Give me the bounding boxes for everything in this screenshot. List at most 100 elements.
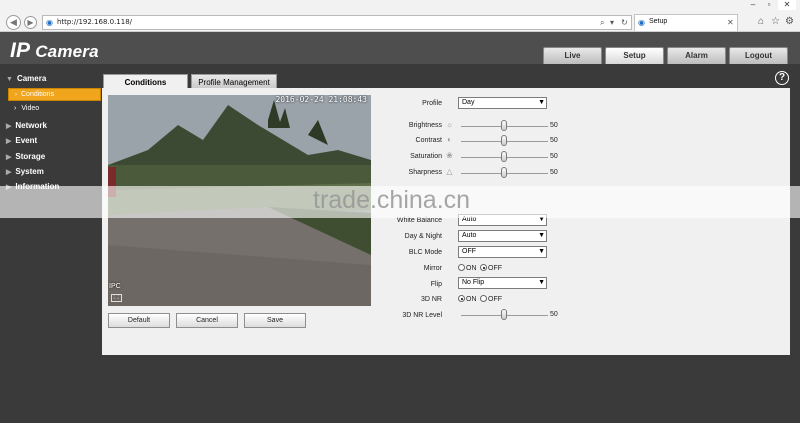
chevron-down-icon: ▼ xyxy=(538,248,545,255)
address-url[interactable]: http://192.168.0.118/ xyxy=(57,18,132,26)
nr3d-on-label: ON xyxy=(466,296,477,303)
osd-channel-name: IPC xyxy=(109,283,121,290)
brightness-label: Brightness xyxy=(408,122,442,129)
nr3d-off-radio[interactable]: OFF xyxy=(480,295,502,303)
mirror-off-radio[interactable]: OFF xyxy=(480,264,502,272)
nr3d-level-slider-thumb[interactable] xyxy=(500,309,507,320)
radio-off-icon xyxy=(458,264,465,271)
sharpness-value: 50 xyxy=(550,169,558,176)
profile-select[interactable]: Day ▼ xyxy=(458,97,547,109)
flip-select[interactable]: No Flip ▼ xyxy=(458,277,547,289)
profile-label: Profile xyxy=(422,100,442,107)
fullscreen-icon[interactable]: ⛶ xyxy=(111,294,122,302)
sidebar-item-storage[interactable]: ▶ Storage xyxy=(6,152,45,161)
nr3d-level-value: 50 xyxy=(550,311,558,318)
day-night-select[interactable]: Auto ▼ xyxy=(458,230,547,242)
logo-ip: IP xyxy=(10,39,31,62)
sidebar-item-camera[interactable]: ▼ Camera xyxy=(6,74,46,83)
sidebar-label-system: System xyxy=(15,167,44,176)
saturation-value: 50 xyxy=(550,153,558,160)
mirror-on-radio[interactable]: ON xyxy=(458,264,477,272)
expand-arrow-icon: ▶ xyxy=(6,169,12,176)
expand-arrow-icon: ▶ xyxy=(6,154,12,161)
back-arrow-icon[interactable]: ◀ xyxy=(6,15,21,30)
minimize-icon[interactable]: – xyxy=(746,0,760,10)
saturation-label: Saturation xyxy=(410,153,442,160)
flip-value: No Flip xyxy=(462,279,485,286)
maximize-icon[interactable]: ▫ xyxy=(762,0,776,10)
default-button[interactable]: Default xyxy=(108,313,170,328)
saturation-slider-thumb[interactable] xyxy=(500,151,507,162)
contrast-icon: ◐ xyxy=(447,135,452,144)
tab-conditions[interactable]: Conditions xyxy=(103,74,188,89)
tab-alarm[interactable]: Alarm xyxy=(667,47,726,64)
refresh-icon[interactable]: ↻ xyxy=(621,18,628,28)
sidebar-item-system[interactable]: ▶ System xyxy=(6,167,44,176)
close-tab-icon[interactable]: ✕ xyxy=(727,18,734,28)
browser-tab-title: Setup xyxy=(649,18,668,25)
expand-arrow-icon: ▶ xyxy=(6,123,12,130)
help-icon[interactable]: ? xyxy=(775,71,789,85)
collapse-arrow-icon: ▼ xyxy=(6,76,13,83)
page-icon: ◉ xyxy=(46,18,53,27)
saturation-icon: ❀ xyxy=(446,151,453,160)
sharpness-icon: △ xyxy=(446,167,453,176)
home-icon[interactable]: ⌂ xyxy=(758,17,764,27)
nr3d-level-label: 3D NR Level xyxy=(402,312,442,319)
app-header: IP Camera Live Setup Alarm Logout xyxy=(0,32,800,64)
profile-select-value: Day xyxy=(462,99,475,106)
white-balance-label: White Balance xyxy=(396,217,442,224)
mirror-off-label: OFF xyxy=(488,265,502,272)
chevron-down-icon: ▼ xyxy=(538,99,545,106)
contrast-slider-thumb[interactable] xyxy=(500,135,507,146)
sidebar-item-event[interactable]: ▶ Event xyxy=(6,136,37,145)
sidebar-label-camera: Camera xyxy=(16,74,47,83)
radio-selected-icon xyxy=(458,295,465,302)
brightness-value: 50 xyxy=(550,122,558,129)
tab-page-icon: ◉ xyxy=(638,18,645,27)
contrast-value: 50 xyxy=(550,137,558,144)
blc-mode-value: OFF xyxy=(462,248,476,255)
settings-gear-icon[interactable]: ⚙ xyxy=(785,17,794,27)
expand-arrow-icon: ▶ xyxy=(6,138,12,145)
chevron-down-icon: ▼ xyxy=(538,232,545,239)
chevron-right-icon: › xyxy=(14,105,17,112)
sidebar-label-network: Network xyxy=(15,121,47,130)
search-icon[interactable]: ⌕ xyxy=(600,18,604,28)
close-window-icon[interactable]: ✕ xyxy=(778,0,796,10)
watermark-text: trade.china.cn xyxy=(313,186,471,214)
forward-arrow-icon[interactable]: ▶ xyxy=(24,16,37,29)
dropdown-icon[interactable]: ▾ xyxy=(610,18,614,28)
sidebar-item-conditions[interactable]: › Conditions xyxy=(8,88,101,101)
sidebar-label-storage: Storage xyxy=(15,152,46,161)
blc-mode-select[interactable]: OFF ▼ xyxy=(458,246,547,258)
sidebar-label-event: Event xyxy=(15,136,38,145)
tab-live[interactable]: Live xyxy=(543,47,602,64)
sidebar-item-network[interactable]: ▶ Network xyxy=(6,121,47,130)
chevron-down-icon: ▼ xyxy=(538,279,545,286)
tab-setup[interactable]: Setup xyxy=(605,47,664,64)
radio-off-icon xyxy=(480,295,487,302)
sharpness-label: Sharpness xyxy=(408,169,442,176)
save-button[interactable]: Save xyxy=(244,313,306,328)
browser-titlebar: – ▫ ✕ xyxy=(0,0,800,12)
tab-logout[interactable]: Logout xyxy=(729,47,788,64)
app-logo: IP Camera xyxy=(10,39,99,63)
sidebar-item-video[interactable]: › Video xyxy=(14,105,39,112)
sharpness-slider-thumb[interactable] xyxy=(500,167,507,178)
brightness-slider-thumb[interactable] xyxy=(500,120,507,131)
mirror-on-label: ON xyxy=(466,265,477,272)
browser-navbar: ◀ ▶ ◉ http://192.168.0.118/ ⌕ ▾ ↻ ◉ Setu… xyxy=(0,12,800,32)
nr3d-on-radio[interactable]: ON xyxy=(458,295,477,303)
cancel-button[interactable]: Cancel xyxy=(176,313,238,328)
nr3d-off-label: OFF xyxy=(488,296,502,303)
favorites-star-icon[interactable]: ☆ xyxy=(771,17,780,27)
flip-label: Flip xyxy=(430,281,442,288)
radio-selected-icon xyxy=(480,264,487,271)
address-bar[interactable]: ◉ http://192.168.0.118/ ⌕ ▾ ↻ xyxy=(42,15,632,30)
sidebar: ▼ Camera › Conditions › Video ▶ Network ▶ Eve… xyxy=(0,64,102,423)
day-night-label: Day & Night xyxy=(404,233,442,240)
browser-tab[interactable]: ◉ Setup ✕ xyxy=(634,14,738,31)
tab-profile-management[interactable]: Profile Management xyxy=(191,74,277,89)
chevron-right-icon: › xyxy=(15,92,17,98)
